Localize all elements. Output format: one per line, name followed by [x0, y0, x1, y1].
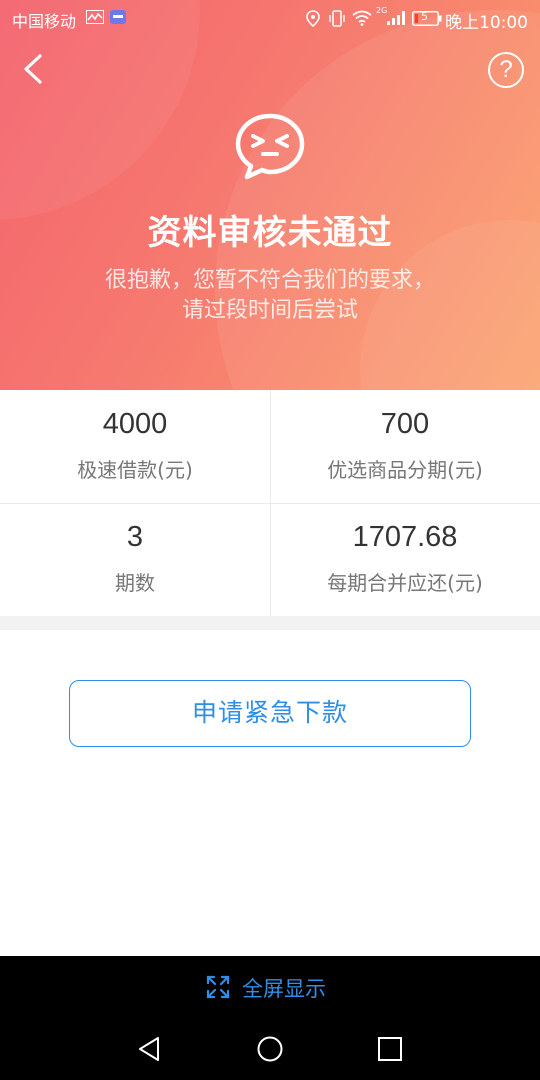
question-circle-icon: ? — [499, 56, 513, 83]
dizzy-face-chat-bubble-icon — [235, 113, 305, 180]
header-banner: 中国移动 2G 5 晚上10:00 ? 资料审核未通过 很抱歉，您暂不符合我们的… — [0, 0, 540, 390]
stat-fast-loan: 4000 极速借款(元) — [0, 390, 270, 503]
battery-level: 5 — [421, 10, 428, 23]
divider — [0, 503, 540, 504]
nav-home-button[interactable] — [255, 1034, 285, 1064]
stat-value: 3 — [126, 521, 144, 553]
section-separator — [0, 616, 540, 630]
clock: 晚上10:00 — [445, 13, 528, 33]
apply-emergency-loan-button[interactable]: 申请紧急下款 — [69, 680, 471, 747]
stat-installment-goods: 700 优选商品分期(元) — [270, 390, 540, 503]
fullscreen-toggle-bar[interactable]: 全屏显示 — [0, 956, 540, 1018]
system-navigation-bar — [0, 1018, 540, 1080]
stat-value: 700 — [380, 408, 430, 440]
nav-back-button[interactable] — [135, 1034, 165, 1064]
nav-recents-button[interactable] — [375, 1034, 405, 1064]
fullscreen-label: 全屏显示 — [242, 977, 326, 1001]
stat-label: 每期合并应还(元) — [327, 571, 483, 595]
stat-label: 优选商品分期(元) — [327, 458, 483, 482]
location-icon — [306, 10, 320, 27]
expand-icon — [206, 975, 230, 999]
loan-summary-grid: 4000 极速借款(元) 700 优选商品分期(元) 3 期数 1707.68 … — [0, 390, 540, 616]
stat-label: 期数 — [115, 571, 155, 595]
carrier-name: 中国移动 — [12, 12, 77, 31]
stat-periods: 3 期数 — [0, 503, 270, 616]
app-notification-icon — [110, 10, 126, 24]
signal-icon — [387, 11, 405, 25]
activity-icon — [86, 10, 104, 24]
stat-label: 极速借款(元) — [77, 458, 193, 482]
back-button[interactable] — [18, 52, 52, 86]
help-button[interactable]: ? — [488, 52, 524, 88]
stat-value: 1707.68 — [352, 521, 458, 553]
wifi-icon — [352, 10, 372, 26]
stat-per-period-repayment: 1707.68 每期合并应还(元) — [270, 503, 540, 616]
status-bar: 中国移动 2G 5 晚上10:00 — [0, 0, 540, 36]
stat-value: 4000 — [102, 408, 168, 440]
vibrate-icon — [329, 10, 345, 27]
page-title: 资料审核未通过 — [147, 213, 393, 253]
rejection-message: 很抱歉，您暂不符合我们的要求，请过段时间后尝试 — [104, 268, 435, 323]
